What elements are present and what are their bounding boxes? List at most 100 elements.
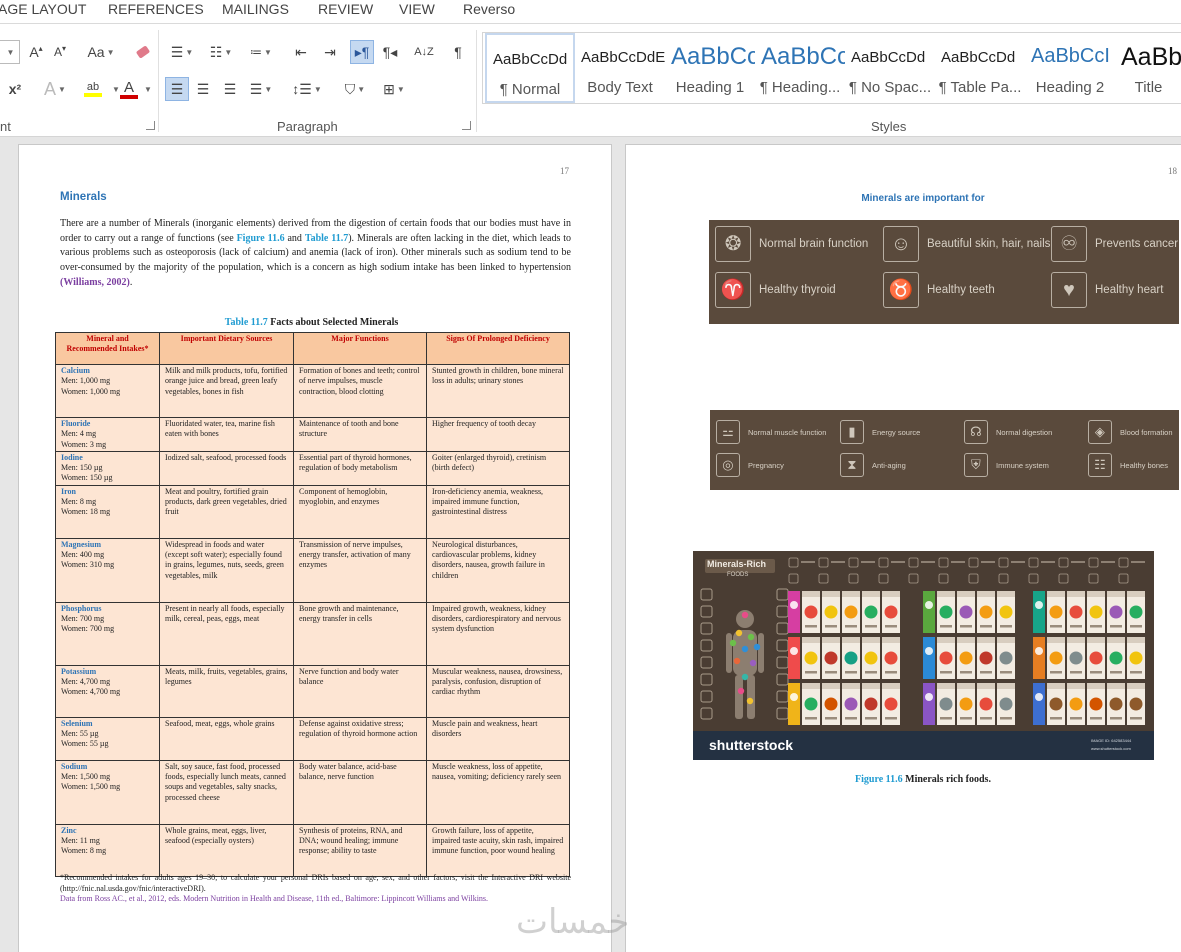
functions-cell: Maintenance of tooth and bone structure	[293, 417, 427, 452]
increase-indent-button[interactable]: ⇥	[318, 40, 342, 64]
food-cell-header	[957, 637, 975, 643]
style-heading[interactable]: AaBbCc ¶ Heading...	[755, 33, 845, 103]
mineral-name: Sodium	[61, 761, 88, 771]
tab-page-layout[interactable]: AGE LAYOUT	[0, 1, 86, 17]
food-cell-header	[977, 591, 995, 597]
mineral-cell: Sodium Men: 1,500 mg Women: 1,500 mg	[55, 759, 160, 825]
food-amount	[1000, 625, 1012, 628]
benefit-mini-label	[861, 561, 875, 563]
bullets-button[interactable]: ☰ ▼	[165, 40, 199, 64]
mineral-tab-icon	[1035, 693, 1043, 701]
food-item	[1049, 651, 1063, 665]
deficiency-cell: Impaired growth, weakness, kidney disord…	[426, 601, 570, 666]
style-normal[interactable]: AaBbCcDd ¶ Normal	[485, 33, 575, 103]
image-id: IMAGE ID: 642583444	[1091, 738, 1132, 743]
change-case-button[interactable]: Aa ▼	[86, 40, 116, 64]
table-number: Table 11.7	[224, 317, 268, 328]
font-color-swatch	[120, 94, 138, 99]
table-row: Potassium Men: 4,700 mg Women: 4,700 mg Mea…	[55, 664, 570, 718]
minerals-paragraph: There are a number of Minerals (inorgani…	[60, 217, 571, 291]
align-left-button[interactable]: ☰	[165, 77, 189, 101]
sort-button[interactable]: A↓Z	[412, 40, 436, 64]
decrease-indent-button[interactable]: ⇤	[289, 40, 313, 64]
paragraph-dialog-launcher[interactable]	[462, 121, 471, 130]
food-cell-header	[1107, 591, 1125, 597]
align-right-button[interactable]: ☰	[218, 77, 242, 101]
food-amount	[1130, 625, 1142, 628]
food-cell-header	[882, 683, 900, 689]
shrink-font-button[interactable]: A ▾	[52, 40, 68, 64]
rtl-direction-button[interactable]: ¶◂	[378, 40, 402, 64]
tab-reverso[interactable]: Reverso	[463, 1, 515, 17]
tab-references[interactable]: REFERENCES	[108, 1, 204, 17]
table-reference-link[interactable]: Table 11.7	[305, 233, 348, 244]
food-item	[1069, 651, 1083, 665]
benefit-mini-label	[1101, 561, 1115, 563]
multilevel-list-button[interactable]: ≔ ▼	[245, 40, 277, 64]
highlight-color-button[interactable]: ab	[78, 77, 108, 101]
benefit-mini-label	[1041, 561, 1055, 563]
mineral-label-tab	[1033, 683, 1045, 725]
food-cell-header	[842, 637, 860, 643]
food-amount	[1070, 671, 1082, 674]
clear-formatting-button[interactable]	[133, 40, 153, 64]
food-cell-header	[1107, 683, 1125, 689]
food-item	[844, 605, 858, 619]
intake-men: Men: 11 mg	[61, 836, 100, 846]
numbering-button[interactable]: ☷ ▼	[203, 40, 239, 64]
borders-button[interactable]: ⊞ ▼	[376, 77, 412, 101]
superscript-button[interactable]: x²	[4, 77, 26, 101]
show-marks-button[interactable]: ¶	[447, 40, 469, 64]
font-dialog-launcher[interactable]	[146, 121, 155, 130]
infographic-graphic	[693, 551, 1154, 760]
tab-view[interactable]: VIEW	[399, 1, 435, 17]
functions-cell: Bone growth and maintenance, energy tran…	[293, 601, 427, 666]
line-spacing-button[interactable]: ↕☰ ▼	[290, 77, 324, 101]
style-body-text[interactable]: AaBbCcDdE Body Text	[575, 33, 665, 103]
tab-review[interactable]: REVIEW	[318, 1, 373, 17]
table-row: Iodine Men: 150 µg Women: 150 µg Iodized sa…	[55, 450, 570, 486]
style-heading-1[interactable]: AaBbCc Heading 1	[665, 33, 755, 103]
food-cell-header	[882, 591, 900, 597]
font-color-button[interactable]: A	[118, 77, 140, 101]
table-row: Selenium Men: 55 µg Women: 55 µg Seafood, m…	[55, 716, 570, 761]
mineral-name: Potassium	[61, 666, 97, 676]
citation-link[interactable]: (Williams, 2002)	[60, 277, 130, 288]
food-item	[939, 697, 953, 711]
align-center-button[interactable]: ☰	[191, 77, 215, 101]
intake-men: Men: 4 mg	[61, 429, 97, 439]
style-no-spacing[interactable]: AaBbCcDd ¶ No Spac...	[845, 33, 935, 103]
font-size-dropdown[interactable]: ▼	[0, 40, 20, 64]
grow-font-button[interactable]: A ▴	[28, 40, 44, 64]
food-item	[864, 697, 878, 711]
food-cell-header	[802, 683, 820, 689]
food-item	[999, 651, 1013, 665]
deficiency-cell: Higher frequency of tooth decay	[426, 417, 570, 452]
mineral-label-tab	[1033, 591, 1045, 633]
shading-button[interactable]: ⛉ ▼	[338, 77, 372, 101]
food-amount	[960, 671, 972, 674]
food-amount	[865, 671, 877, 674]
functions-cell: Synthesis of proteins, RNA, and DNA; wou…	[293, 823, 427, 877]
table-body: Calcium Men: 1,000 mg Women: 1,000 mg Milk …	[55, 364, 570, 877]
bullets-icon: ☰	[170, 43, 184, 60]
document-page-18[interactable]: 18 Minerals are important for ❂ Normal br…	[625, 144, 1181, 952]
food-amount	[805, 671, 817, 674]
text-effects-button[interactable]: A ▼	[40, 77, 70, 101]
font-color-dropdown[interactable]: ▼	[142, 77, 152, 101]
functions-cell: Formation of bones and teeth; control of…	[293, 364, 427, 418]
justify-button[interactable]: ☰ ▼	[244, 77, 278, 101]
style-heading-2[interactable]: AaBbCcI Heading 2	[1025, 33, 1115, 103]
food-amount	[1130, 717, 1142, 720]
food-amount	[1050, 717, 1062, 720]
ltr-direction-button[interactable]: ▸¶	[350, 40, 374, 64]
food-cell-header	[1047, 683, 1065, 689]
mineral-tab-icon	[790, 693, 798, 701]
benefit-mini-label	[801, 561, 815, 563]
style-table-paragraph[interactable]: AaBbCcDd ¶ Table Pa...	[935, 33, 1025, 103]
tab-mailings[interactable]: MAILINGS	[222, 1, 289, 17]
figure-reference-link[interactable]: Figure 11.6	[237, 233, 285, 244]
document-page-17[interactable]: 17 Minerals There are a number of Minera…	[18, 144, 612, 952]
mineral-tab-icon	[925, 647, 933, 655]
style-title[interactable]: AaBb Title	[1115, 33, 1181, 103]
